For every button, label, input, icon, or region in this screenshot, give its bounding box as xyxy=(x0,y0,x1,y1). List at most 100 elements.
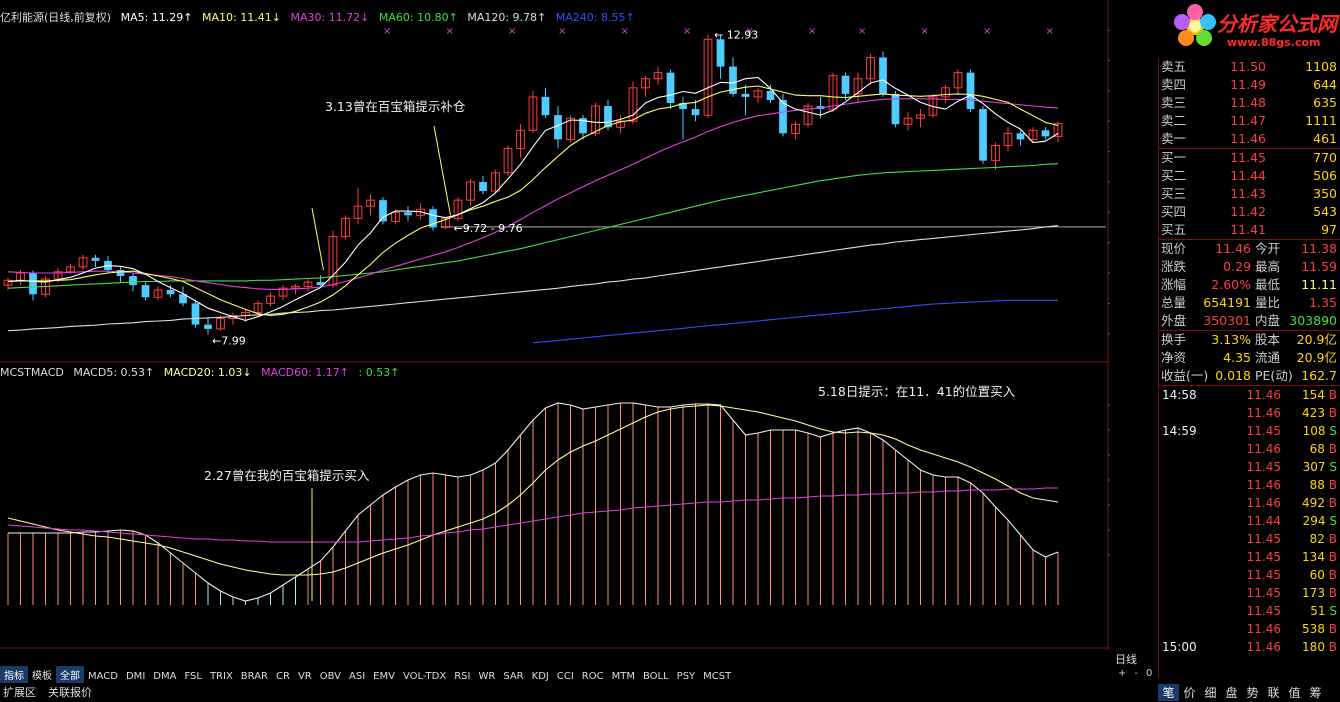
tick-side: B xyxy=(1328,406,1337,420)
tick-time: 15:00 xyxy=(1162,640,1197,654)
tick-row: 11.45 60 B xyxy=(1159,566,1340,584)
candle-body xyxy=(691,109,700,116)
indicator-tab[interactable]: KDJ xyxy=(528,670,553,683)
indicator-tab[interactable]: FSL xyxy=(180,670,206,683)
indicator-tab[interactable]: EMV xyxy=(369,670,399,683)
buy-order-row: 买一 11.45 770 xyxy=(1159,149,1340,167)
candle-body xyxy=(116,269,125,277)
signal-mark: × xyxy=(983,26,991,37)
indicator-tab[interactable]: 模板 xyxy=(28,666,56,683)
indicator-tab[interactable]: TRIX xyxy=(206,670,237,683)
quote-label: 总量 xyxy=(1161,295,1187,310)
legend-macd20: MACD20: 1.03↓ xyxy=(163,366,252,379)
zoom-button[interactable]: + xyxy=(1118,668,1126,679)
indicator-tab[interactable]: ASI xyxy=(345,670,369,683)
indicator-tab[interactable]: 指标 xyxy=(0,666,28,683)
order-volume: 543 xyxy=(1313,204,1337,219)
indicator-tab[interactable]: CR xyxy=(272,670,294,683)
tick-price: 11.46 xyxy=(1246,406,1281,420)
low-label: ←7.99 xyxy=(212,334,246,347)
main-chart-legend: 亿利能源(日线,前复权) MA5: 11.29↑ MA10: 11.41↓ MA… xyxy=(0,9,641,27)
side-button[interactable]: 联 xyxy=(1263,684,1284,701)
side-button[interactable]: 细 xyxy=(1200,684,1221,701)
sell-order-row: 卖四 11.49 644 xyxy=(1159,76,1340,94)
side-button-bar[interactable]: 笔价细盘势联值筹 xyxy=(1158,684,1340,702)
tick-price: 11.46 xyxy=(1246,640,1281,654)
side-button[interactable]: 价 xyxy=(1179,684,1200,701)
side-button[interactable]: 笔 xyxy=(1158,684,1179,701)
order-volume: 770 xyxy=(1313,150,1337,165)
side-button[interactable]: 势 xyxy=(1242,684,1263,701)
signal-mark: × xyxy=(383,26,391,37)
zoom-button[interactable]: - xyxy=(1134,668,1138,679)
tick-row: 11.46 88 B xyxy=(1159,476,1340,494)
indicator-tab[interactable]: 全部 xyxy=(56,666,84,683)
ma240-line xyxy=(532,299,1058,344)
indicator-title: MCSTMACD xyxy=(0,366,64,379)
buy-orders: 买一 11.45 770 买二 11.44 506 买三 11.43 350 买四 11.42 543… xyxy=(1159,149,1340,239)
quote-value: 4.35 xyxy=(1223,350,1251,365)
quote-row: 涨跌 0.29 最高 11.59 xyxy=(1159,258,1340,276)
sell-order-row: 卖一 11.46 461 xyxy=(1159,130,1340,148)
quote-fundamentals: 换手 3.13% 股本 20.9亿 净资 4.35 流通 20.9亿 收益(一) 0.018 PE(… xyxy=(1159,331,1340,385)
indicator-tab[interactable]: MTM xyxy=(608,670,639,683)
zoom-button[interactable]: 0 xyxy=(1146,668,1152,679)
period-label[interactable]: 日线 xyxy=(1115,651,1137,667)
indicator-legend: MCSTMACD MACD5: 0.53↑ MACD20: 1.03↓ MACD… xyxy=(0,366,405,384)
indicator-tab[interactable]: BRAR xyxy=(237,670,272,683)
tick-row: 14:59 11.45 108 S xyxy=(1159,422,1340,440)
indicator-tab[interactable]: BOLL xyxy=(639,670,673,683)
tick-price: 11.45 xyxy=(1246,424,1281,438)
side-button[interactable]: 筹 xyxy=(1305,684,1326,701)
legend-ma120: MA120: 9.78↑ xyxy=(467,11,547,24)
zoom-controls[interactable]: + -0 xyxy=(1110,668,1158,684)
bottom-tab-bar[interactable]: 扩展区 关联报价 xyxy=(0,684,200,701)
indicator-tab[interactable]: CCI xyxy=(553,670,578,683)
legend-macd5: MACD5: 0.53↑ xyxy=(73,366,155,379)
order-volume: 1111 xyxy=(1305,113,1337,128)
tick-volume: 294 S xyxy=(1302,514,1337,528)
quote-row: 总量 654191 量比 1.35 xyxy=(1159,294,1340,312)
bottom-tab[interactable]: 关联报价 xyxy=(45,686,95,699)
side-button[interactable]: 值 xyxy=(1284,684,1305,701)
indicator-tab[interactable]: OBV xyxy=(316,670,345,683)
candle-body xyxy=(129,276,137,286)
indicator-tab[interactable]: MACD xyxy=(84,670,122,683)
candle-body xyxy=(166,290,175,295)
candle-body xyxy=(191,303,200,325)
signal-mark: × xyxy=(621,26,629,37)
indicator-tab[interactable]: VR xyxy=(294,670,316,683)
tick-side: B xyxy=(1328,640,1337,654)
order-price: 11.48 xyxy=(1230,95,1266,110)
indicator-tab[interactable]: MCST xyxy=(699,670,735,683)
indicator-tab[interactable]: SAR xyxy=(499,670,527,683)
indicator-tab[interactable]: WR xyxy=(474,670,499,683)
signal-mark: × xyxy=(1046,26,1054,37)
indicator-tab[interactable]: RSI xyxy=(450,670,474,683)
indicator-tab[interactable]: VOL-TDX xyxy=(399,670,450,683)
signal-mark: × xyxy=(558,26,566,37)
order-price: 11.46 xyxy=(1230,131,1266,146)
candle-body xyxy=(379,200,387,222)
sell-orders: 卖五 11.50 1108 卖四 11.49 644 卖三 11.48 635 卖二 11.47 11… xyxy=(1159,58,1340,148)
indicator-tab[interactable]: DMA xyxy=(149,670,180,683)
indicator-tab[interactable]: ROC xyxy=(578,670,608,683)
side-button[interactable]: 盘 xyxy=(1221,684,1242,701)
chart-svg[interactable]: 13.0012.5012.0011.5011.0010.5010.009.509… xyxy=(0,0,1152,664)
quote-value: 11.38 xyxy=(1301,241,1337,256)
order-volume: 644 xyxy=(1313,77,1337,92)
chart-area[interactable]: 13.0012.5012.0011.5011.0010.5010.009.509… xyxy=(0,0,1152,664)
indicator-tab[interactable]: DMI xyxy=(122,670,149,683)
quote-label: 现价 xyxy=(1161,241,1187,256)
indicator-tab[interactable]: PSY xyxy=(673,670,700,683)
order-volume: 97 xyxy=(1321,222,1337,237)
candle-body xyxy=(204,324,212,329)
indicator-tab-bar[interactable]: 指标 模板 全部 MACD DMI DMA FSL TRIX BRAR CR VR OBV ASI EMV… xyxy=(0,666,731,683)
tick-list[interactable]: 14:58 11.46 154 B 11.46 423 B 14:59 11.45 108 S… xyxy=(1159,386,1340,656)
quote-row: 涨幅 2.60% 最低 11.11 xyxy=(1159,276,1340,294)
tick-price: 11.44 xyxy=(1246,514,1281,528)
tick-row: 11.45 307 S xyxy=(1159,458,1340,476)
bottom-tab[interactable]: 扩展区 xyxy=(0,686,39,699)
candle-body xyxy=(554,115,562,140)
tick-price: 11.46 xyxy=(1246,478,1281,492)
